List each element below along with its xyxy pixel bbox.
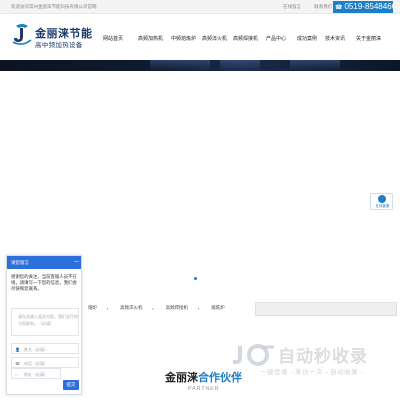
message-widget: 请您留言 — 感谢您的关注，当前客服人员不在 线，请填写一下您的信息，我们会 尽… xyxy=(6,255,82,395)
watermark-overlay: 自动秒收录 一键登录→来访一次→自动收录→ xyxy=(232,342,382,376)
nav-item-welding[interactable]: 高频焊接机 xyxy=(233,35,258,42)
logo-subtitle: 高中频加热设备 xyxy=(35,42,83,49)
keyword-link[interactable]: 高频淬火机 xyxy=(120,305,143,310)
message-widget-header[interactable]: 请您留言 — xyxy=(7,256,81,269)
nav-item-news[interactable]: 技术资讯 xyxy=(325,35,345,42)
watermark-slogan: 一键登录→来访一次→自动收录→ xyxy=(260,369,365,376)
address-field[interactable]: ⌂ 地址（必填） xyxy=(11,368,61,379)
top-link-contact[interactable]: 联系我们 xyxy=(314,4,332,9)
carousel-dot[interactable] xyxy=(194,277,197,280)
related-keywords: 熔炉 ， 高频淬火机 ， 高频焊接机 ， 熔炼炉 xyxy=(88,305,225,310)
nav-item-products[interactable]: 产品中心 xyxy=(266,35,286,42)
user-icon: 👤 xyxy=(15,347,20,352)
online-service-label: 在线客服 xyxy=(375,204,390,208)
phone-field[interactable]: ☎ 电话（必填） xyxy=(11,357,79,368)
name-field[interactable]: 👤 姓名（必填） xyxy=(11,343,79,354)
keyword-link[interactable]: 高频焊接机 xyxy=(166,305,189,310)
nav-item-about[interactable]: 关于金丽涞 xyxy=(356,35,381,42)
keyword-link[interactable]: 熔炼炉 xyxy=(211,305,225,310)
watermark-text: 自动秒收录 xyxy=(278,347,368,366)
logo-icon[interactable] xyxy=(12,23,32,45)
phone-number: 0519-85484668 xyxy=(344,2,400,11)
message-greeting: 感谢您的关注，当前客服人员不在 线，请填写一下您的信息，我们会 尽快和您联系。 xyxy=(11,274,77,291)
nav-item-mf-furnace[interactable]: 中频熔炼炉 xyxy=(171,35,196,42)
nav-item-hf-heating[interactable]: 高频加热机 xyxy=(138,35,163,42)
phone-icon: ☎ xyxy=(335,5,343,11)
search-input[interactable] xyxy=(255,302,397,316)
top-bar: 欢迎访问常州金丽涞节能科技有限公司官网 在线留言 联系我们 ☎ 0519-8548… xyxy=(0,0,400,14)
nav-item-cases[interactable]: 成功案例 xyxy=(297,35,317,42)
phone-icon: ☎ xyxy=(15,361,20,366)
nav-item-home[interactable]: 网站首页 xyxy=(103,35,123,42)
minimize-icon[interactable]: — xyxy=(74,259,79,265)
hero-banner[interactable] xyxy=(0,60,400,71)
partner-subtitle: PARTNER xyxy=(188,386,220,392)
keyword-link[interactable]: 熔炉 xyxy=(88,305,97,310)
nav-item-quenching[interactable]: 高频淬火机 xyxy=(202,35,227,42)
message-textarea[interactable]: 请在此输入留言内容，我们会尽快 与您联系。（必填） xyxy=(11,308,79,336)
watermark-logo-icon xyxy=(233,344,274,366)
submit-button[interactable]: 提交 xyxy=(63,380,79,390)
welcome-text: 欢迎访问常州金丽涞节能科技有限公司官网 xyxy=(11,4,97,9)
online-service-widget[interactable]: 在线客服 xyxy=(370,193,393,210)
message-widget-title: 请您留言 xyxy=(11,260,29,265)
top-link-message[interactable]: 在线留言 xyxy=(283,4,301,9)
phone-badge: ☎ 0519-85484668 xyxy=(333,1,400,13)
partner-title: 金丽涞合作伙伴 xyxy=(165,372,242,384)
location-icon: ⌂ xyxy=(15,372,18,377)
service-avatar xyxy=(378,195,386,203)
